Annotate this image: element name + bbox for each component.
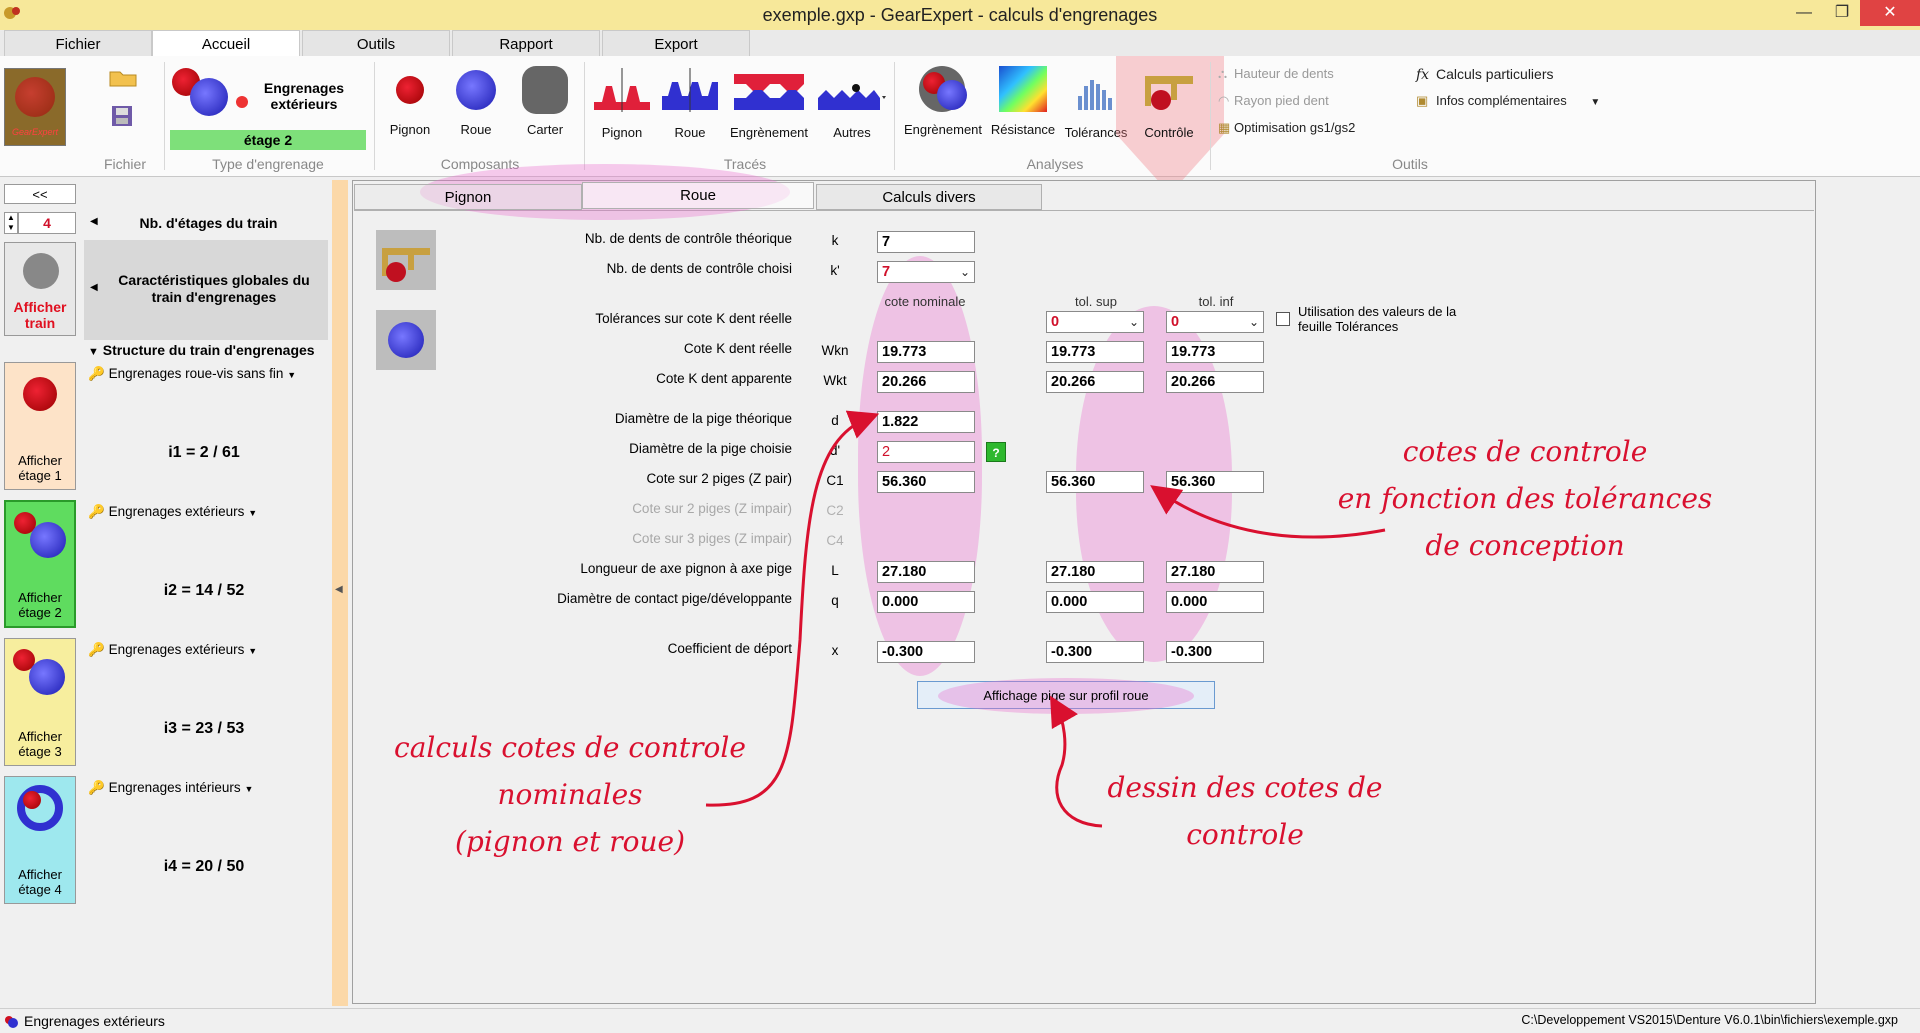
status-file-path: C:\Developpement VS2015\Denture V6.0.1\b… — [1521, 1013, 1898, 1027]
status-bar: Engrenages extérieurs C:\Developpement V… — [0, 1008, 1920, 1033]
status-text: Engrenages extérieurs — [24, 1013, 165, 1029]
annotation-tolerances: cotes de controle en fonction des toléra… — [1337, 435, 1713, 562]
annotation-dessin: dessin des cotes de controle — [1107, 771, 1383, 851]
annotation-nominales: calculs cotes de controle nominales (pig… — [394, 731, 746, 858]
engrenage-status-icon — [4, 1014, 18, 1028]
